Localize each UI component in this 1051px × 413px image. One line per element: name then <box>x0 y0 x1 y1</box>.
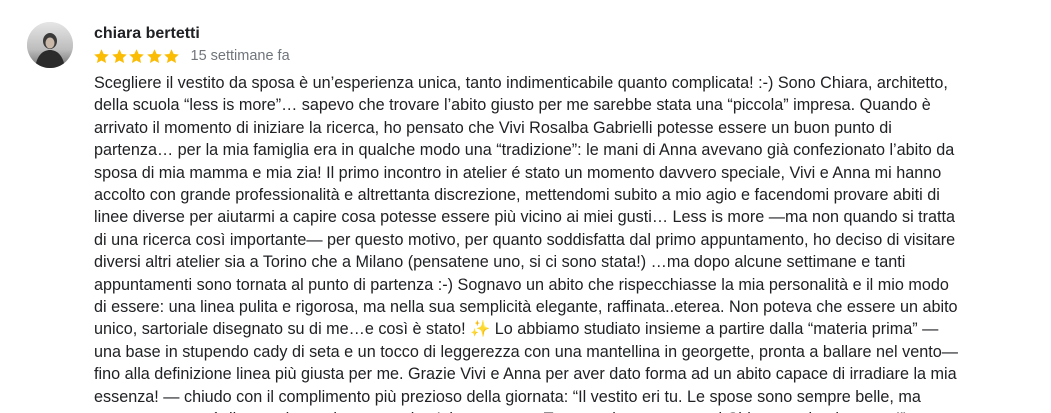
rating-row: 15 settimane fa <box>93 46 290 66</box>
star-icon <box>128 48 145 65</box>
profile-photo-icon <box>27 22 73 68</box>
review-card: chiara bertetti 15 settimane fa Sceglier… <box>0 0 1051 413</box>
star-icon <box>111 48 128 65</box>
star-icon <box>146 48 163 65</box>
avatar[interactable] <box>27 22 73 68</box>
star-icon <box>163 48 180 65</box>
review-text: Scegliere il vestito da sposa è un’esper… <box>94 74 958 413</box>
star-icon <box>93 48 110 65</box>
review-date: 15 settimane fa <box>190 48 290 64</box>
reviewer-name[interactable]: chiara bertetti <box>94 24 200 44</box>
star-rating <box>93 46 181 66</box>
